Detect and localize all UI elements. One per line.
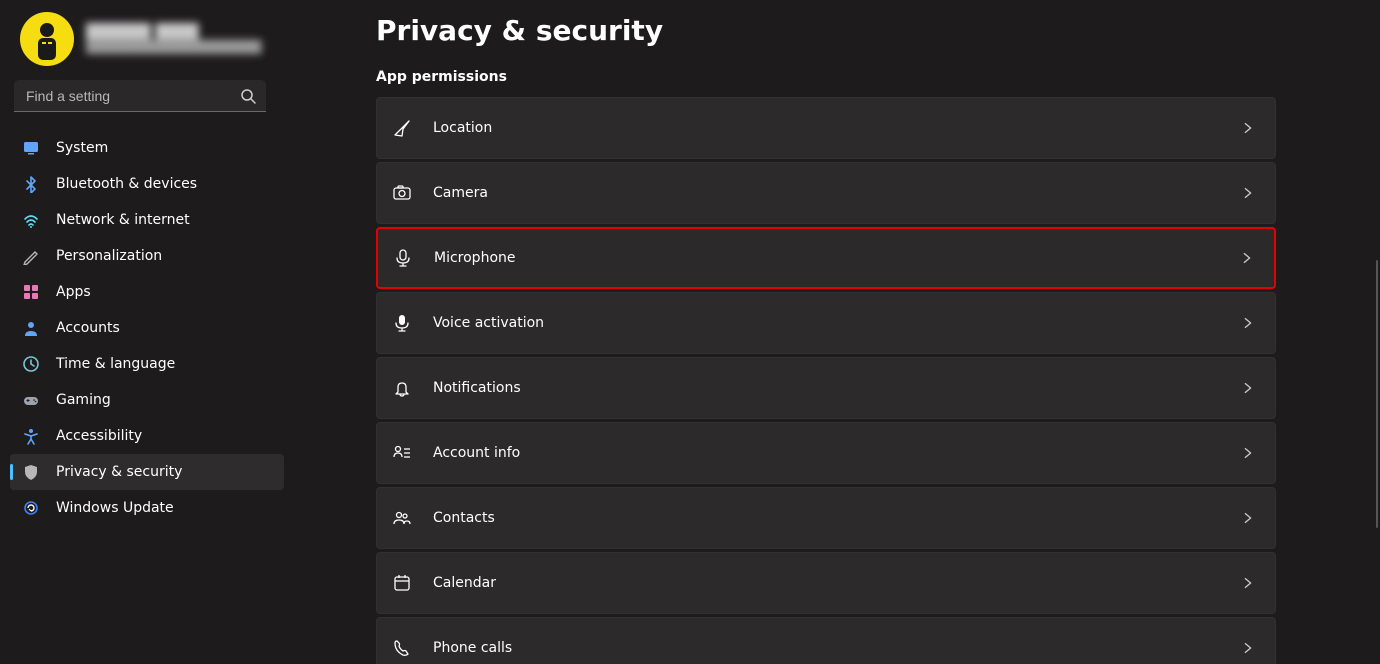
camera-icon [391,182,413,204]
permission-list: Location Camera Microphone Voice activation… [376,97,1276,664]
permission-label: Phone calls [433,640,1221,656]
system-icon [22,139,40,157]
scrollbar[interactable] [1376,260,1378,528]
sidebar-item-apps[interactable]: Apps [10,274,284,310]
voice-icon [391,312,413,334]
notifications-icon [391,377,413,399]
chevron-right-icon [1241,121,1255,135]
contacts-icon [391,507,413,529]
permission-label: Calendar [433,575,1221,591]
sidebar-item-windows-update[interactable]: Windows Update [10,490,284,526]
permission-voice-activation[interactable]: Voice activation [376,292,1276,354]
chevron-right-icon [1241,511,1255,525]
sidebar-item-label: Windows Update [56,500,174,516]
permission-label: Location [433,120,1221,136]
bluetooth-icon [22,175,40,193]
time-language-icon [22,355,40,373]
chevron-right-icon [1241,576,1255,590]
apps-icon [22,283,40,301]
permission-account-info[interactable]: Account info [376,422,1276,484]
sidebar-item-time-language[interactable]: Time & language [10,346,284,382]
sidebar: ██████ ████ ███████████████████ System Bl… [0,0,300,664]
sidebar-item-label: Accounts [56,320,120,336]
personalization-icon [22,247,40,265]
privacy-icon [22,463,40,481]
permission-label: Contacts [433,510,1221,526]
main-content: Privacy & security App permissions Locat… [300,0,1380,664]
chevron-right-icon [1241,446,1255,460]
permission-label: Voice activation [433,315,1221,331]
account-info-icon [391,442,413,464]
sidebar-item-label: Privacy & security [56,464,182,480]
sidebar-item-bluetooth-devices[interactable]: Bluetooth & devices [10,166,284,202]
permission-calendar[interactable]: Calendar [376,552,1276,614]
sidebar-item-label: System [56,140,108,156]
chevron-right-icon [1241,641,1255,655]
sidebar-item-label: Time & language [56,356,175,372]
phone-icon [391,637,413,659]
chevron-right-icon [1241,186,1255,200]
profile-name: ██████ ████ [86,24,261,40]
permission-label: Notifications [433,380,1221,396]
location-icon [391,117,413,139]
sidebar-item-label: Bluetooth & devices [56,176,197,192]
chevron-right-icon [1241,316,1255,330]
search-icon [240,88,256,104]
profile-text: ██████ ████ ███████████████████ [86,24,261,54]
permission-location[interactable]: Location [376,97,1276,159]
sidebar-item-label: Gaming [56,392,111,408]
search-input[interactable] [14,80,266,112]
calendar-icon [391,572,413,594]
avatar [20,12,74,66]
permission-microphone[interactable]: Microphone [376,227,1276,289]
permission-contacts[interactable]: Contacts [376,487,1276,549]
sidebar-nav: System Bluetooth & devices Network & inter… [10,130,284,526]
permission-notifications[interactable]: Notifications [376,357,1276,419]
accounts-icon [22,319,40,337]
sidebar-item-accessibility[interactable]: Accessibility [10,418,284,454]
permission-label: Microphone [434,250,1220,266]
permission-camera[interactable]: Camera [376,162,1276,224]
sidebar-item-privacy-security[interactable]: Privacy & security [10,454,284,490]
sidebar-item-label: Apps [56,284,91,300]
chevron-right-icon [1241,381,1255,395]
search-field[interactable] [14,80,266,112]
sidebar-item-label: Network & internet [56,212,190,228]
section-title: App permissions [376,69,1276,85]
network-icon [22,211,40,229]
profile-email: ███████████████████ [86,40,261,54]
sidebar-item-system[interactable]: System [10,130,284,166]
update-icon [22,499,40,517]
sidebar-item-network-internet[interactable]: Network & internet [10,202,284,238]
sidebar-item-label: Personalization [56,248,162,264]
microphone-icon [392,247,414,269]
chevron-right-icon [1240,251,1254,265]
sidebar-item-gaming[interactable]: Gaming [10,382,284,418]
profile-block[interactable]: ██████ ████ ███████████████████ [16,12,284,80]
permission-label: Camera [433,185,1221,201]
gaming-icon [22,391,40,409]
permission-phone-calls[interactable]: Phone calls [376,617,1276,664]
sidebar-item-personalization[interactable]: Personalization [10,238,284,274]
accessibility-icon [22,427,40,445]
page-title: Privacy & security [376,14,1276,47]
permission-label: Account info [433,445,1221,461]
sidebar-item-accounts[interactable]: Accounts [10,310,284,346]
sidebar-item-label: Accessibility [56,428,142,444]
